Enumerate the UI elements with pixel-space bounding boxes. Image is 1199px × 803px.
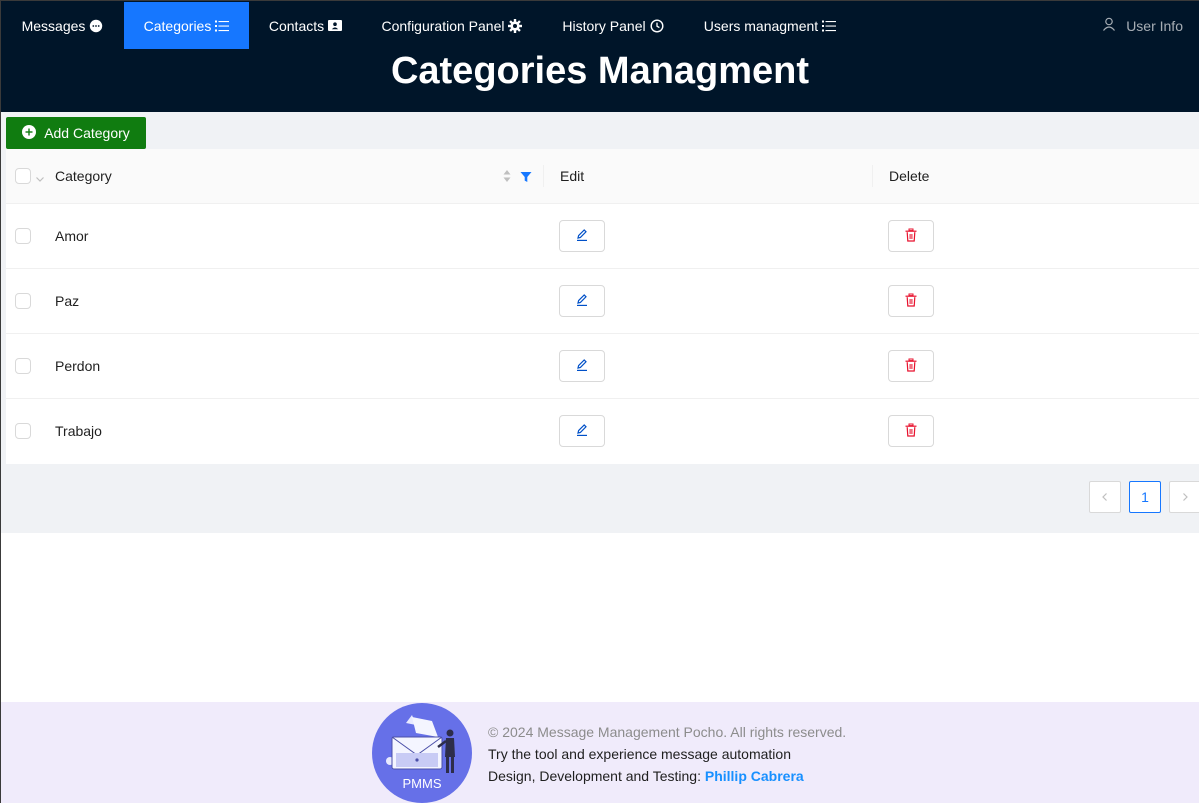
- nav-item-categories[interactable]: Categories: [124, 2, 249, 49]
- main-nav: Messages Categories Contacts Configurati…: [1, 2, 1199, 49]
- filter-icon[interactable]: [520, 170, 532, 186]
- table-row: Trabajo: [6, 399, 1199, 464]
- edit-button[interactable]: [559, 415, 605, 447]
- logo-text: PMMS: [402, 776, 442, 791]
- edit-button[interactable]: [559, 350, 605, 382]
- delete-button[interactable]: [888, 415, 934, 447]
- trash-icon: [904, 423, 918, 440]
- row-checkbox[interactable]: [15, 228, 31, 244]
- table-header: Category Edit Delete: [6, 149, 1199, 204]
- row-checkbox[interactable]: [15, 423, 31, 439]
- list-icon: [822, 20, 837, 32]
- nav-item-history-panel[interactable]: History Panel: [542, 2, 684, 49]
- chevron-left-icon: [1100, 489, 1110, 505]
- gear-icon: [508, 18, 523, 33]
- nav-item-label: Users managment: [703, 17, 819, 34]
- footer-tagline: Try the tool and experience message auto…: [488, 746, 791, 762]
- pmms-logo: PMMS: [372, 703, 472, 803]
- category-name: Amor: [55, 228, 89, 244]
- table-row: Amor: [6, 204, 1199, 269]
- edit-icon: [575, 228, 589, 245]
- column-header-category[interactable]: Category: [55, 149, 112, 204]
- pagination-page-button[interactable]: 1: [1129, 481, 1161, 513]
- selection-dropdown-icon[interactable]: [35, 171, 45, 187]
- delete-button[interactable]: [888, 285, 934, 317]
- nav-item-users-managment[interactable]: Users managment: [684, 2, 856, 49]
- pagination-prev-button[interactable]: [1089, 481, 1121, 513]
- sort-icon[interactable]: [502, 168, 512, 187]
- column-header-edit: Edit: [560, 168, 585, 184]
- trash-icon: [904, 358, 918, 375]
- edit-button[interactable]: [559, 220, 605, 252]
- nav-item-contacts[interactable]: Contacts: [249, 2, 362, 49]
- category-name: Paz: [55, 293, 80, 309]
- nav-item-label: Categories: [143, 17, 212, 34]
- categories-table: Category Edit Delete Amor Paz Perdon Tra…: [6, 149, 1199, 464]
- user-info-label: User Info: [1126, 17, 1183, 34]
- user-icon: [1102, 17, 1116, 34]
- trash-icon: [904, 293, 918, 310]
- trash-icon: [904, 228, 918, 245]
- footer-credit: Design, Development and Testing: Phillip…: [488, 765, 846, 787]
- nav-item-configuration-panel[interactable]: Configuration Panel: [362, 2, 542, 49]
- page-title: Categories Managment: [390, 50, 810, 92]
- footer-copyright: © 2024 Message Management Pocho. All rig…: [488, 724, 847, 740]
- add-category-label: Add Category: [44, 125, 130, 141]
- plus-circle-icon: [22, 124, 37, 142]
- edit-icon: [575, 358, 589, 375]
- author-link[interactable]: Phillip Cabrera: [705, 768, 804, 784]
- column-divider: [543, 165, 544, 187]
- table-row: Paz: [6, 269, 1199, 334]
- edit-icon: [575, 293, 589, 310]
- app-header: Messages Categories Contacts Configurati…: [1, 1, 1199, 112]
- message-icon: [89, 19, 103, 33]
- chevron-right-icon: [1180, 489, 1190, 505]
- nav-item-label: Messages: [21, 17, 86, 34]
- select-all-checkbox[interactable]: [15, 168, 31, 184]
- app-footer: PMMS © 2024 Message Management Pocho. Al…: [1, 702, 1199, 803]
- table-row: Perdon: [6, 334, 1199, 399]
- row-checkbox[interactable]: [15, 293, 31, 309]
- footer-text: © 2024 Message Management Pocho. All rig…: [488, 721, 846, 787]
- history-icon: [650, 18, 664, 33]
- nav-item-label: Contacts: [268, 17, 325, 34]
- add-category-button[interactable]: Add Category: [6, 117, 146, 149]
- row-checkbox[interactable]: [15, 358, 31, 374]
- edit-icon: [575, 423, 589, 440]
- list-icon: [215, 20, 230, 32]
- user-info-menu[interactable]: User Info: [1102, 2, 1183, 49]
- category-name: Trabajo: [55, 423, 102, 439]
- edit-button[interactable]: [559, 285, 605, 317]
- contacts-icon: [328, 20, 343, 31]
- nav-item-label: History Panel: [562, 17, 646, 34]
- column-header-delete: Delete: [889, 168, 930, 184]
- delete-button[interactable]: [888, 350, 934, 382]
- footer-credit-prefix: Design, Development and Testing:: [488, 768, 705, 784]
- pagination-next-button[interactable]: [1169, 481, 1199, 513]
- nav-item-messages[interactable]: Messages: [1, 2, 124, 49]
- category-name: Perdon: [55, 358, 101, 374]
- content-area: Add Category Category Edit Delete Amor P…: [1, 112, 1199, 533]
- column-divider: [872, 165, 873, 187]
- nav-item-label: Configuration Panel: [381, 17, 505, 34]
- delete-button[interactable]: [888, 220, 934, 252]
